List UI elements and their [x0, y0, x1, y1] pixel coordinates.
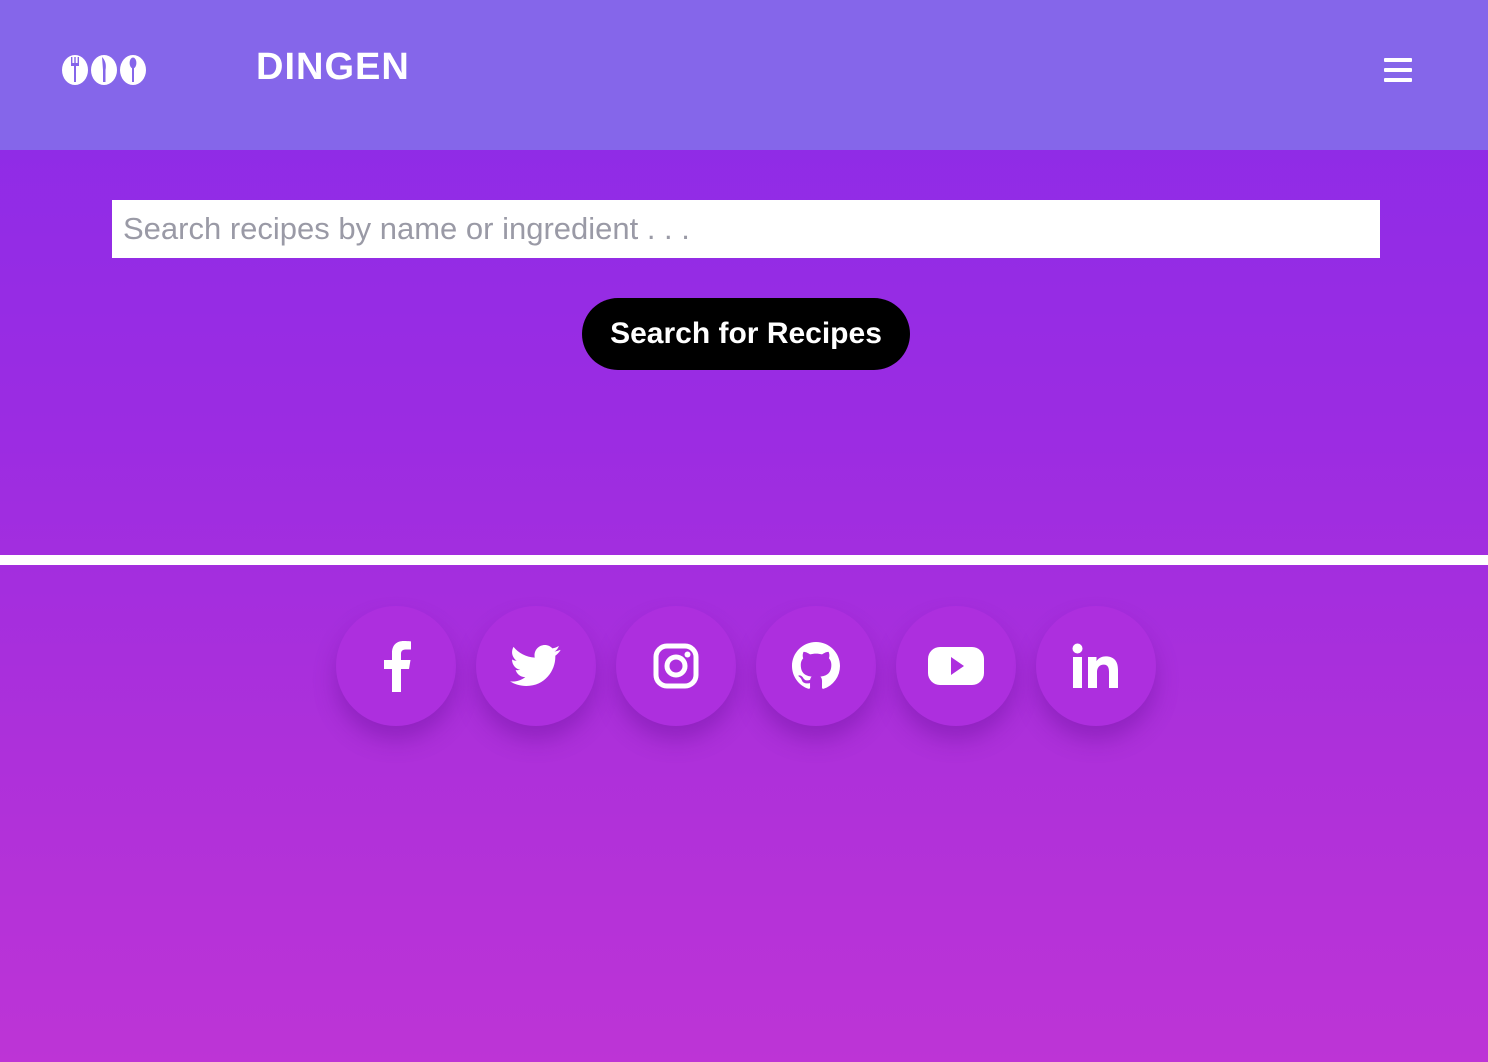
menu-bar	[1384, 68, 1412, 72]
twitter-icon	[510, 645, 561, 686]
facebook-link[interactable]	[336, 606, 456, 726]
twitter-link[interactable]	[476, 606, 596, 726]
github-icon	[792, 642, 840, 689]
navbar: DINGEN	[0, 0, 1488, 150]
linkedin-link[interactable]	[1036, 606, 1156, 726]
hamburger-menu-icon[interactable]	[1380, 54, 1414, 86]
cutlery-plates-logo-icon[interactable]	[62, 54, 146, 86]
linkedin-icon	[1072, 643, 1118, 688]
facebook-icon	[384, 641, 411, 692]
youtube-link[interactable]	[896, 606, 1016, 726]
menu-bar	[1384, 58, 1412, 62]
search-button[interactable]: Search for Recipes	[582, 298, 910, 370]
menu-bar	[1384, 78, 1412, 82]
instagram-icon	[653, 643, 699, 689]
divider	[0, 555, 1488, 565]
github-link[interactable]	[756, 606, 876, 726]
instagram-link[interactable]	[616, 606, 736, 726]
brand-title[interactable]: DINGEN	[256, 44, 410, 90]
youtube-icon	[928, 647, 984, 685]
search-input[interactable]	[112, 200, 1380, 258]
